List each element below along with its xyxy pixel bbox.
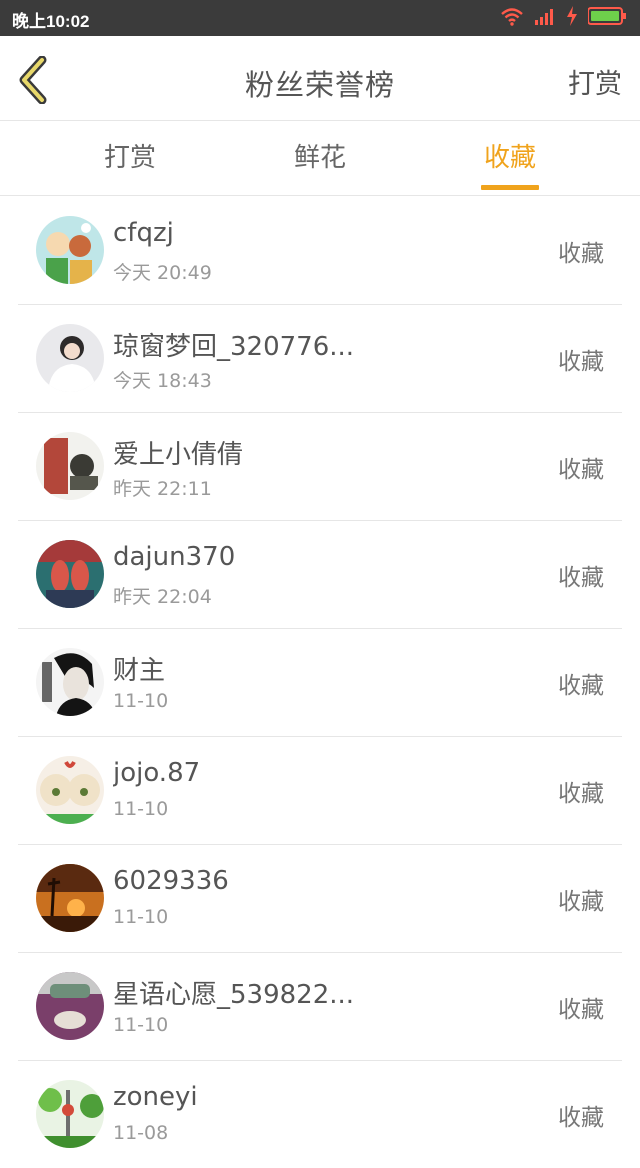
status-bar: 晚上10:02 bbox=[0, 0, 640, 36]
list-item[interactable]: 6029336 11-10 收藏 bbox=[18, 844, 622, 953]
active-tab-indicator bbox=[481, 185, 539, 190]
status-icons bbox=[500, 6, 626, 30]
action-label: 收藏 bbox=[558, 781, 604, 807]
user-name: 爱上小倩倩 bbox=[113, 440, 244, 470]
signal-icon bbox=[534, 7, 556, 29]
list-item[interactable]: 琼窗梦回_320776... 今天 18:43 收藏 bbox=[18, 304, 622, 413]
user-name: dajun370 bbox=[113, 542, 236, 572]
avatar bbox=[36, 540, 104, 608]
avatar bbox=[36, 324, 104, 392]
list-item[interactable]: 星语心愿_539822... 11-10 收藏 bbox=[18, 952, 622, 1061]
activity-time: 昨天 22:04 bbox=[113, 586, 212, 608]
action-label: 收藏 bbox=[558, 997, 604, 1023]
action-label: 收藏 bbox=[558, 565, 604, 591]
activity-time: 11-08 bbox=[113, 1122, 169, 1144]
user-name: zoneyi bbox=[113, 1082, 198, 1112]
list-item[interactable]: cfqzj 今天 20:49 收藏 bbox=[18, 196, 622, 305]
action-label: 收藏 bbox=[558, 349, 604, 375]
activity-time: 11-10 bbox=[113, 798, 169, 820]
activity-time: 今天 20:49 bbox=[113, 262, 212, 284]
wifi-icon bbox=[500, 6, 524, 30]
list-item[interactable]: dajun370 昨天 22:04 收藏 bbox=[18, 520, 622, 629]
tab-favorites[interactable]: 收藏 bbox=[460, 121, 560, 195]
tab-reward[interactable]: 打赏 bbox=[80, 121, 180, 195]
page-title: 粉丝荣誉榜 bbox=[244, 68, 395, 102]
status-time: 晚上10:02 bbox=[12, 12, 90, 31]
action-label: 收藏 bbox=[558, 457, 604, 483]
avatar bbox=[36, 864, 104, 932]
action-label: 收藏 bbox=[558, 241, 604, 267]
app-header: 粉丝荣誉榜 打赏 bbox=[0, 36, 640, 121]
list-item[interactable]: 财主 11-10 收藏 bbox=[18, 628, 622, 737]
activity-time: 昨天 22:11 bbox=[113, 478, 212, 500]
activity-time: 11-10 bbox=[113, 690, 169, 712]
list-item[interactable]: 爱上小倩倩 昨天 22:11 收藏 bbox=[18, 412, 622, 521]
user-name: 6029336 bbox=[113, 866, 229, 896]
tab-bar: 打赏 鲜花 收藏 bbox=[0, 121, 640, 196]
avatar bbox=[36, 756, 104, 824]
activity-time: 今天 18:43 bbox=[113, 370, 212, 392]
charging-icon bbox=[566, 6, 578, 30]
user-name: cfqzj bbox=[113, 218, 174, 248]
user-name: 琼窗梦回_320776... bbox=[113, 332, 355, 362]
user-name: jojo.87 bbox=[113, 758, 201, 788]
tab-flowers[interactable]: 鲜花 bbox=[270, 121, 370, 195]
avatar bbox=[36, 216, 104, 284]
activity-time: 11-10 bbox=[113, 906, 169, 928]
reward-button[interactable]: 打赏 bbox=[568, 62, 622, 101]
avatar bbox=[36, 972, 104, 1040]
list-item[interactable]: jojo.87 11-10 收藏 bbox=[18, 736, 622, 845]
battery-icon bbox=[587, 7, 626, 29]
list-item[interactable]: zoneyi 11-08 收藏 bbox=[18, 1060, 622, 1168]
user-name: 财主 bbox=[113, 656, 166, 686]
action-label: 收藏 bbox=[558, 673, 604, 699]
action-label: 收藏 bbox=[558, 889, 604, 915]
avatar bbox=[36, 648, 104, 716]
avatar bbox=[36, 432, 104, 500]
user-name: 星语心愿_539822... bbox=[113, 980, 355, 1010]
action-label: 收藏 bbox=[558, 1105, 604, 1131]
activity-time: 11-10 bbox=[113, 1014, 169, 1036]
